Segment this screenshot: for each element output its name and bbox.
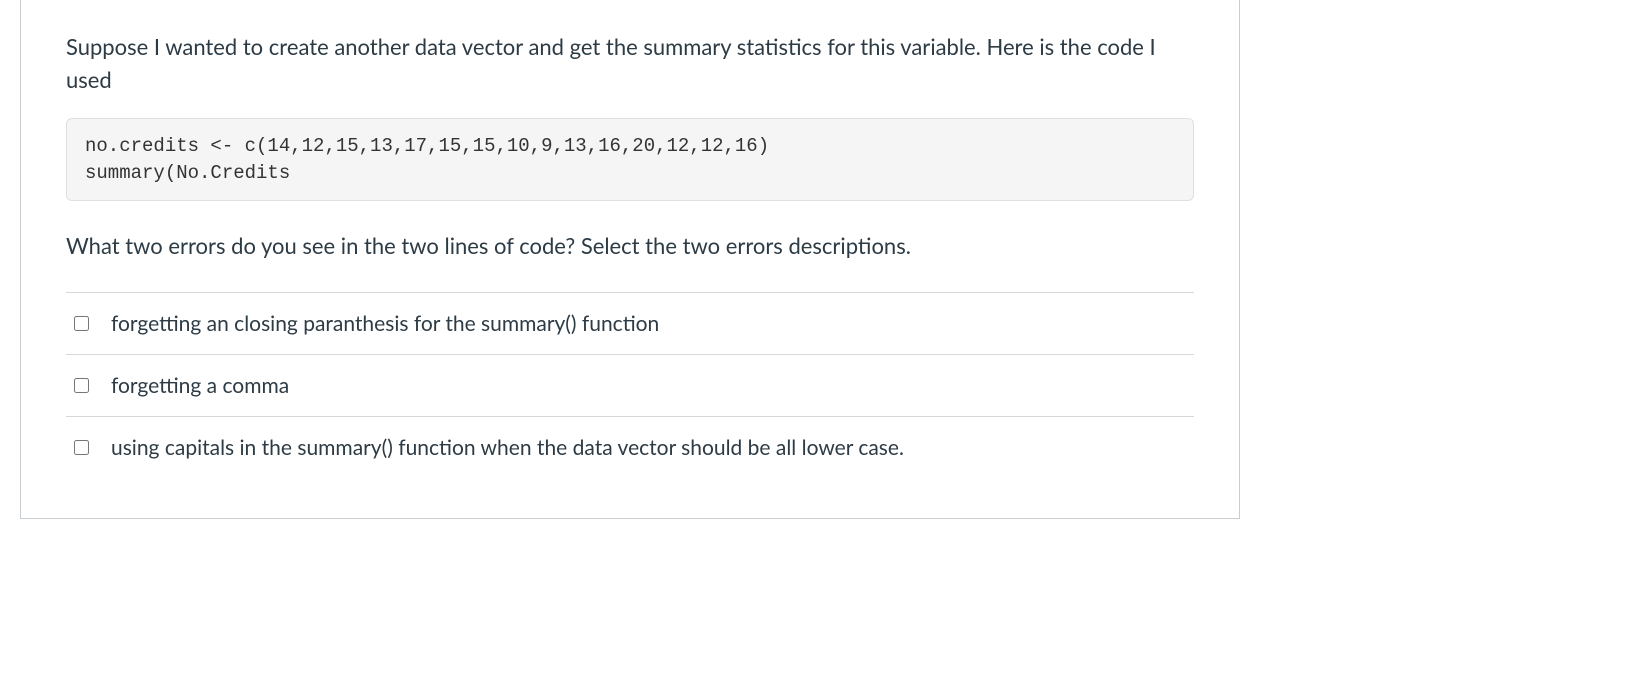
answer-option[interactable]: forgetting a comma	[66, 355, 1194, 417]
question-container: Suppose I wanted to create another data …	[20, 0, 1240, 519]
question-prompt-text: What two errors do you see in the two li…	[66, 229, 1194, 262]
answer-checkbox-1[interactable]	[74, 378, 89, 393]
answer-label[interactable]: using capitals in the summary() function…	[111, 435, 904, 460]
answers-list: forgetting an closing paranthesis for th…	[66, 292, 1194, 478]
code-block: no.credits <- c(14,12,15,13,17,15,15,10,…	[66, 118, 1194, 201]
answer-label[interactable]: forgetting an closing paranthesis for th…	[111, 311, 659, 336]
answer-option[interactable]: using capitals in the summary() function…	[66, 417, 1194, 478]
question-intro-text: Suppose I wanted to create another data …	[66, 30, 1194, 96]
answer-checkbox-2[interactable]	[74, 440, 89, 455]
answer-label[interactable]: forgetting a comma	[111, 373, 289, 398]
answer-option[interactable]: forgetting an closing paranthesis for th…	[66, 293, 1194, 355]
answer-checkbox-0[interactable]	[74, 316, 89, 331]
